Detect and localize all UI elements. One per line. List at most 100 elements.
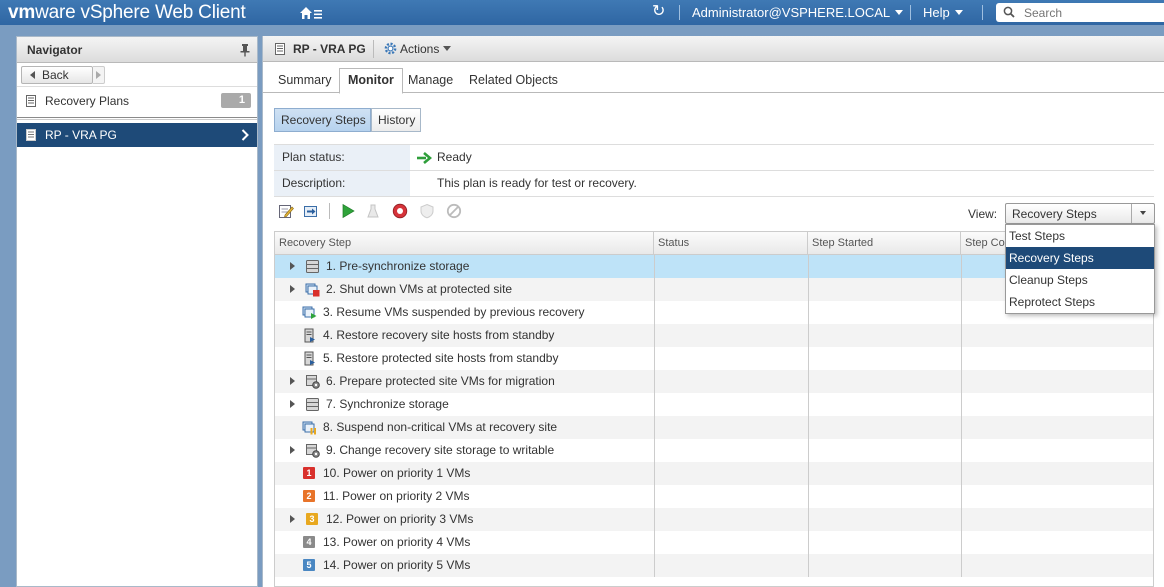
table-row[interactable]: 4. Restore recovery site hosts from stan… — [275, 324, 1153, 347]
recovery-step-label: 10. Power on priority 1 VMs — [323, 466, 471, 480]
tab-related-objects[interactable]: Related Objects — [461, 69, 566, 93]
table-row[interactable]: 9. Change recovery site storage to writa… — [275, 439, 1153, 462]
priority-4-icon: 4 — [303, 536, 315, 548]
table-row[interactable]: 4 13. Power on priority 4 VMs — [275, 531, 1153, 554]
column-header-step-started[interactable]: Step Started — [808, 232, 961, 254]
expand-arrow-icon[interactable] — [290, 262, 295, 270]
recovery-step-label: 4. Restore recovery site hosts from stan… — [323, 328, 555, 342]
run-recovery-icon[interactable] — [392, 203, 408, 219]
table-row[interactable]: 6. Prepare protected site VMs for migrat… — [275, 370, 1153, 393]
storage-writable-icon — [305, 443, 320, 458]
pin-icon[interactable] — [239, 43, 251, 57]
recovery-plan-icon — [275, 43, 285, 55]
chevron-down-icon — [954, 10, 963, 15]
column-divider — [961, 554, 962, 577]
expand-arrow-icon[interactable] — [290, 285, 295, 293]
table-row[interactable]: 8. Suspend non-critical VMs at recovery … — [275, 416, 1153, 439]
subtab-history[interactable]: History — [371, 108, 421, 132]
column-divider — [654, 485, 655, 508]
column-header-recovery-step[interactable]: Recovery Step — [275, 232, 654, 254]
column-divider — [654, 393, 655, 416]
column-divider — [961, 485, 962, 508]
run-test-icon[interactable] — [340, 203, 356, 219]
chevron-down-icon[interactable] — [1131, 204, 1154, 223]
nav-item-recovery-plans[interactable]: Recovery Plans 1 — [17, 87, 257, 115]
main-panel: RP - VRA PG Actions Summary Monitor Mana… — [262, 36, 1164, 587]
move-plan-icon[interactable] — [303, 203, 319, 219]
search-input[interactable] — [1024, 5, 1159, 20]
priority-5-icon: 5 — [303, 559, 315, 571]
expand-arrow-icon[interactable] — [290, 400, 295, 408]
column-divider — [808, 301, 809, 324]
gear-icon — [384, 42, 397, 55]
column-header-status[interactable]: Status — [654, 232, 808, 254]
view-option-reprotect-steps[interactable]: Reprotect Steps — [1006, 291, 1154, 313]
view-option-test-steps[interactable]: Test Steps — [1006, 225, 1154, 247]
view-dropdown-menu: Test Steps Recovery Steps Cleanup Steps … — [1005, 224, 1155, 314]
column-divider — [961, 347, 962, 370]
nav-item-selected-plan[interactable]: RP - VRA PG — [17, 123, 257, 147]
column-divider — [961, 370, 962, 393]
table-row[interactable]: 5 14. Power on priority 5 VMs — [275, 554, 1153, 577]
back-button[interactable]: Back — [21, 66, 93, 84]
column-divider — [654, 508, 655, 531]
table-row[interactable]: 2 11. Power on priority 2 VMs — [275, 485, 1153, 508]
edit-plan-icon[interactable] — [278, 203, 294, 219]
plan-status-value: Ready — [437, 150, 472, 164]
separator — [329, 203, 330, 219]
search-icon — [1003, 6, 1015, 18]
cleanup-icon[interactable] — [365, 203, 381, 219]
column-divider — [654, 301, 655, 324]
reprotect-icon[interactable] — [419, 203, 435, 219]
expand-arrow-icon[interactable] — [290, 446, 295, 454]
column-divider — [961, 508, 962, 531]
subtab-recovery-steps[interactable]: Recovery Steps — [274, 108, 371, 132]
top-bar: vmware vSphere Web Client ↻ Administrato… — [0, 0, 1164, 25]
view-option-recovery-steps[interactable]: Recovery Steps — [1006, 247, 1154, 269]
forward-button[interactable] — [93, 66, 105, 84]
table-row[interactable]: 5. Restore protected site hosts from sta… — [275, 347, 1153, 370]
column-divider — [654, 324, 655, 347]
storage-icon — [305, 259, 320, 274]
column-divider — [961, 301, 962, 324]
tab-monitor[interactable]: Monitor — [339, 68, 403, 94]
table-row[interactable]: 7. Synchronize storage — [275, 393, 1153, 416]
shutdown-vms-icon — [305, 282, 320, 297]
table-row[interactable]: 3 12. Power on priority 3 VMs — [275, 508, 1153, 531]
priority-2-icon: 2 — [303, 490, 315, 502]
view-option-cleanup-steps[interactable]: Cleanup Steps — [1006, 269, 1154, 291]
chevron-right-icon — [241, 129, 249, 141]
help-menu[interactable]: Help — [923, 5, 963, 20]
home-menu-icon[interactable] — [298, 4, 324, 22]
cancel-icon[interactable] — [446, 203, 462, 219]
resume-vms-icon — [302, 305, 317, 320]
column-divider — [654, 370, 655, 393]
column-divider — [961, 255, 962, 278]
expand-arrow-icon[interactable] — [290, 377, 295, 385]
plan-toolbar — [274, 201, 574, 223]
column-divider — [808, 255, 809, 278]
table-row[interactable]: 1 10. Power on priority 1 VMs — [275, 462, 1153, 485]
column-divider — [961, 393, 962, 416]
plan-description-row: Description: This plan is ready for test… — [274, 171, 1154, 197]
column-divider — [808, 324, 809, 347]
search-box — [996, 3, 1164, 22]
view-select[interactable]: Recovery Steps — [1005, 203, 1155, 224]
expand-arrow-icon[interactable] — [290, 515, 295, 523]
separator — [373, 40, 374, 58]
actions-menu-button[interactable]: Actions — [383, 41, 452, 56]
column-divider — [808, 531, 809, 554]
column-divider — [654, 531, 655, 554]
recovery-step-label: 9. Change recovery site storage to writa… — [326, 443, 555, 457]
user-menu[interactable]: Administrator@VSPHERE.LOCAL — [692, 5, 904, 20]
column-divider — [654, 278, 655, 301]
object-tabs: Summary Monitor Manage Related Objects — [263, 67, 1164, 94]
column-divider — [654, 462, 655, 485]
host-standby-icon — [302, 351, 317, 366]
column-divider — [808, 554, 809, 577]
tab-summary[interactable]: Summary — [270, 69, 339, 93]
tab-manage[interactable]: Manage — [400, 69, 461, 93]
refresh-icon[interactable]: ↻ — [652, 3, 665, 21]
column-divider — [654, 347, 655, 370]
column-divider — [808, 393, 809, 416]
